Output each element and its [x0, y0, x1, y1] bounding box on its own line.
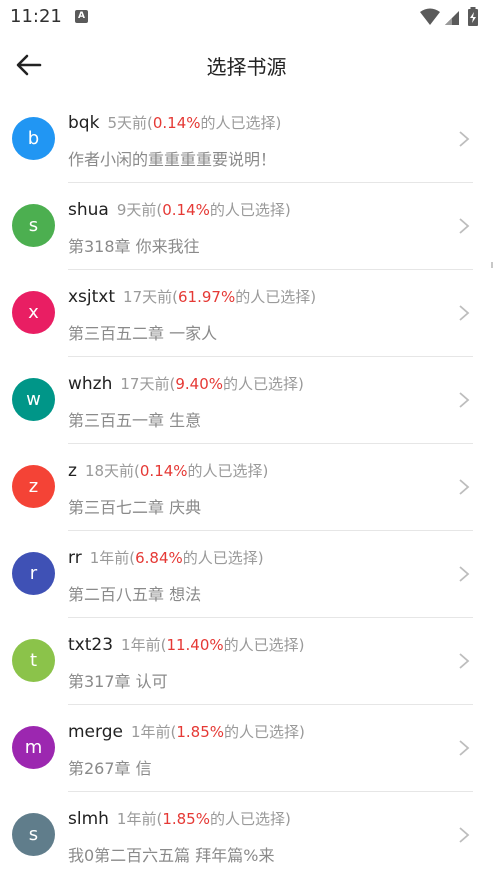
page-title: 选择书源	[206, 55, 287, 79]
source-row[interactable]: r rr 1年前(6.84%的人已选择) 第二百八五章 想法	[0, 531, 493, 618]
chevron-right-icon	[459, 392, 470, 408]
source-name: xsjtxt	[68, 287, 116, 307]
source-time: 17天前(	[123, 288, 178, 306]
chevron-right-icon	[459, 479, 470, 495]
source-avatar: b	[12, 117, 55, 160]
source-percent: 61.97%	[178, 288, 236, 306]
source-info: xsjtxt 17天前(61.97%的人已选择)	[68, 286, 316, 307]
status-icons	[419, 7, 481, 27]
source-avatar: t	[12, 639, 55, 682]
latest-chapter: 作者小闲的重重重重要说明！	[68, 150, 277, 169]
source-suffix: 的人已选择)	[224, 723, 305, 741]
source-percent: 6.84%	[135, 549, 183, 567]
source-list: b bqk 5天前(0.14%的人已选择) 作者小闲的重重重重要说明！ s shu…	[0, 96, 493, 879]
source-suffix: 的人已选择)	[235, 288, 317, 306]
source-suffix: 的人已选择)	[223, 375, 304, 393]
source-percent: 0.14%	[162, 201, 210, 219]
source-row[interactable]: m merge 1年前(1.85%的人已选择) 第267章 信	[0, 705, 493, 792]
source-percent: 0.14%	[139, 462, 188, 480]
chevron-right-icon	[459, 653, 470, 669]
source-name: z	[68, 461, 77, 481]
chevron-right-icon	[459, 305, 470, 321]
source-time: 1年前(	[130, 723, 177, 741]
source-name: whzh	[68, 374, 113, 394]
notification-icon: A	[75, 10, 88, 23]
latest-chapter: 第318章 你来我往	[68, 237, 200, 256]
source-suffix: 的人已选择)	[223, 636, 305, 654]
source-suffix: 的人已选择)	[209, 810, 291, 828]
latest-chapter: 第267章 信	[68, 759, 152, 778]
source-percent: 1.85%	[162, 810, 210, 828]
source-suffix: 的人已选择)	[200, 114, 282, 132]
source-row[interactable]: w whzh 17天前(9.40%的人已选择) 第三百五一章 生意	[0, 357, 493, 444]
source-time: 17天前(	[120, 375, 176, 393]
source-avatar: m	[12, 726, 55, 769]
source-info: bqk 5天前(0.14%的人已选择)	[68, 112, 281, 133]
source-info: merge 1年前(1.85%的人已选择)	[68, 721, 305, 742]
source-suffix: 的人已选择)	[187, 462, 269, 480]
source-name: shua	[68, 200, 109, 220]
status-bar: 11:21 A	[0, 0, 493, 34]
status-time: 11:21	[10, 6, 62, 27]
source-percent: 11.40%	[166, 636, 224, 654]
toolbar: 选择书源	[0, 34, 493, 96]
latest-chapter: 第二百八五章 想法	[68, 585, 202, 604]
source-percent: 0.14%	[152, 114, 201, 132]
chevron-right-icon	[459, 827, 470, 843]
source-suffix: 的人已选择)	[209, 201, 291, 219]
source-row[interactable]: s shua 9天前(0.14%的人已选择) 第318章 你来我往	[0, 183, 493, 270]
wifi-icon	[420, 8, 440, 25]
battery-charging-icon	[468, 7, 478, 26]
source-info: whzh 17天前(9.40%的人已选择)	[68, 373, 304, 394]
source-avatar: r	[12, 552, 55, 595]
source-info: z 18天前(0.14%的人已选择)	[68, 460, 268, 481]
chevron-right-icon	[459, 566, 470, 582]
signal-icon	[445, 11, 459, 25]
source-name: bqk	[68, 113, 100, 133]
chevron-right-icon	[459, 131, 470, 147]
source-avatar: s	[12, 204, 55, 247]
chevron-right-icon	[459, 740, 470, 756]
source-row[interactable]: x xsjtxt 17天前(61.97%的人已选择) 第三百五二章 一家人	[0, 270, 493, 357]
source-time: 1年前(	[121, 636, 167, 654]
source-info: rr 1年前(6.84%的人已选择)	[68, 547, 264, 568]
latest-chapter: 第317章 认可	[68, 672, 168, 691]
source-avatar: z	[12, 465, 55, 508]
source-info: slmh 1年前(1.85%的人已选择)	[68, 808, 291, 829]
source-row[interactable]: t txt23 1年前(11.40%的人已选择) 第317章 认可	[0, 618, 493, 705]
source-time: 5天前(	[107, 114, 153, 132]
source-row[interactable]: s slmh 1年前(1.85%的人已选择) 我0第二百六五篇 拜年篇%来	[0, 792, 493, 879]
source-row[interactable]: z z 18天前(0.14%的人已选择) 第三百七二章 庆典	[0, 444, 493, 531]
source-name: merge	[68, 722, 123, 742]
latest-chapter: 第三百七二章 庆典	[68, 498, 202, 517]
source-info: txt23 1年前(11.40%的人已选择)	[68, 634, 305, 655]
source-name: rr	[68, 548, 82, 568]
source-info: shua 9天前(0.14%的人已选择)	[68, 199, 291, 220]
source-percent: 9.40%	[175, 375, 223, 393]
source-name: txt23	[68, 635, 114, 655]
source-time: 1年前(	[89, 549, 136, 567]
source-avatar: s	[12, 813, 55, 856]
source-suffix: 的人已选择)	[182, 549, 264, 567]
source-avatar: x	[12, 291, 55, 334]
source-time: 9天前(	[116, 201, 163, 219]
source-percent: 1.85%	[176, 723, 225, 741]
latest-chapter: 我0第二百六五篇 拜年篇%来	[68, 846, 275, 865]
chevron-right-icon	[459, 218, 470, 234]
latest-chapter: 第三百五一章 生意	[68, 411, 202, 430]
source-row[interactable]: b bqk 5天前(0.14%的人已选择) 作者小闲的重重重重要说明！	[0, 96, 493, 183]
source-name: slmh	[68, 809, 109, 829]
latest-chapter: 第三百五二章 一家人	[68, 324, 218, 343]
source-time: 18天前(	[84, 462, 140, 480]
source-time: 1年前(	[116, 810, 163, 828]
source-avatar: w	[12, 378, 55, 421]
